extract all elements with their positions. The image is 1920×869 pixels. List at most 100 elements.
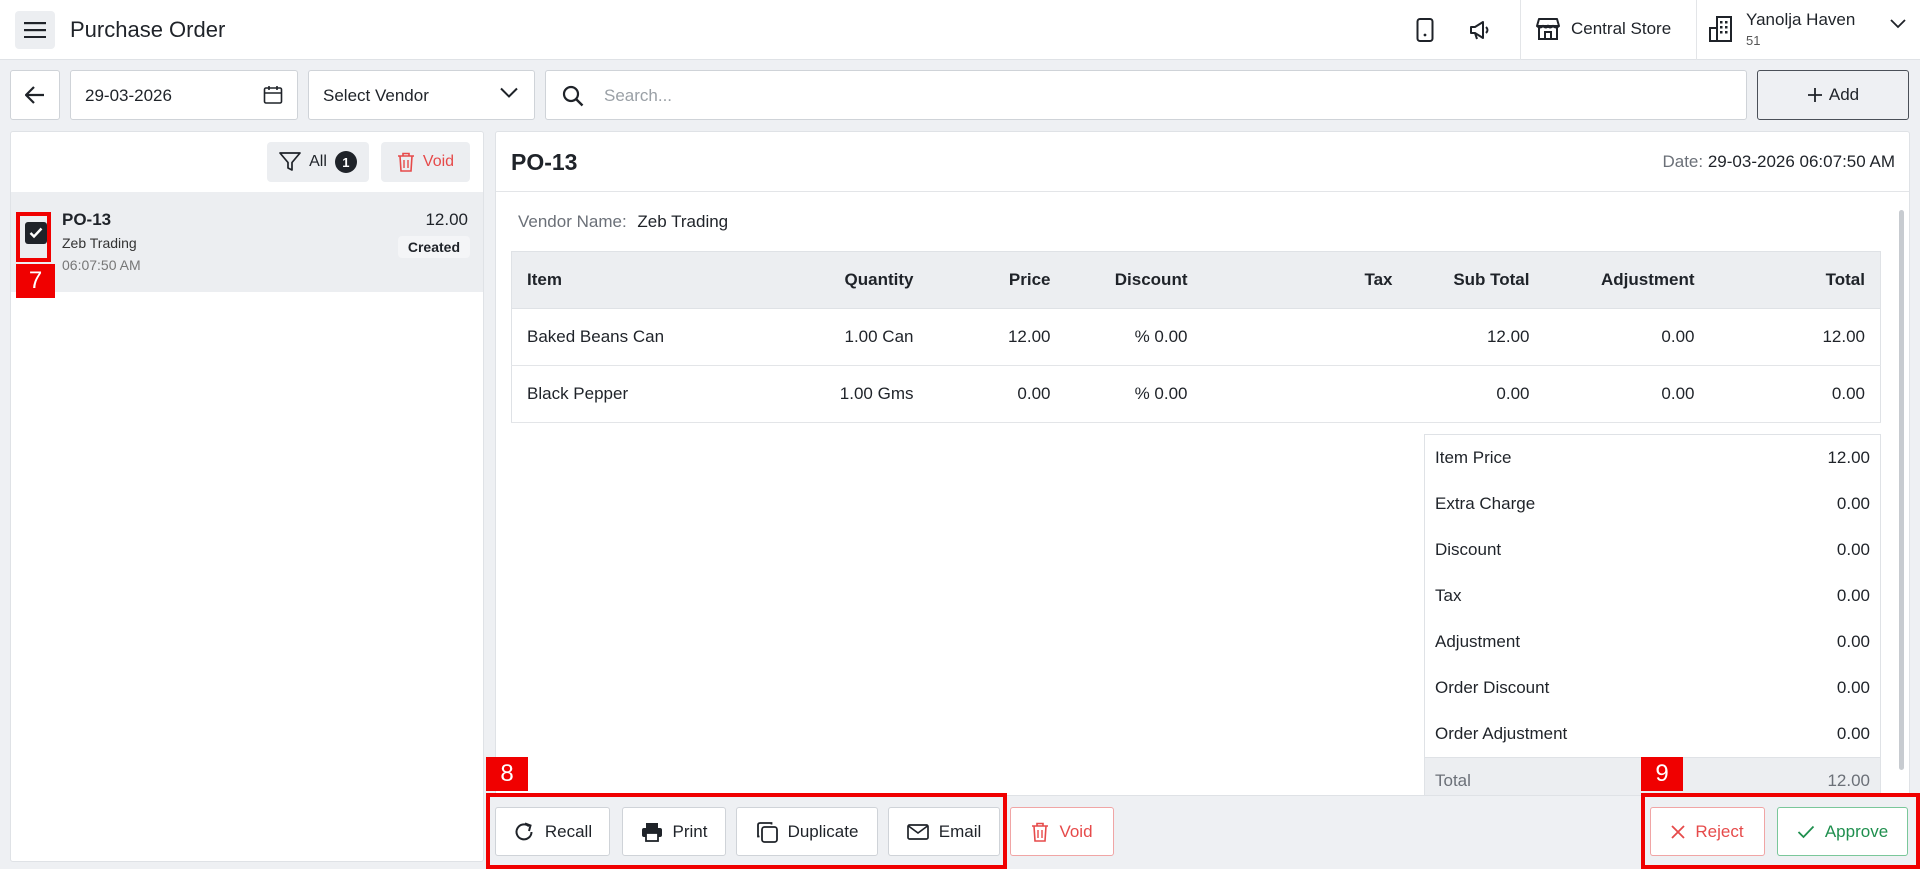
plus-icon [1807,88,1822,102]
summary-label: Order Adjustment [1435,724,1568,743]
summary-label: Adjustment [1435,632,1521,651]
column-header-adjustment: Adjustment [1544,251,1710,309]
cell-adjustment: 0.00 [1544,308,1710,366]
cell-quantity: 1.00 Gms [751,365,929,423]
summary-label: Tax [1435,586,1462,605]
store-name: Central Store [1571,19,1672,38]
order-summary: Item Price 12.00 Extra Charge 0.00 Discoun… [1424,434,1881,795]
filter-label: All [309,153,327,170]
table-row[interactable]: Baked Beans Can 1.00 Can 12.00 % 0.00 12… [511,308,1881,366]
order-amount: 12.00 [425,210,468,229]
announcements-button[interactable] [1467,17,1493,43]
summary-value: 12.00 [1827,448,1870,467]
annotation-box-7 [16,212,51,262]
summary-value: 0.00 [1836,494,1870,513]
hotel-building-icon [1709,16,1732,42]
cell-adjustment: 0.00 [1544,365,1710,423]
annotation-label-9: 9 [1641,757,1683,791]
annotation-box-9 [1641,793,1920,869]
status-badge: Created [397,236,470,258]
void-button[interactable]: Void [1010,807,1114,856]
cell-total: 12.00 [1709,308,1881,366]
add-button[interactable]: Add [1757,70,1909,120]
calendar-icon[interactable] [263,85,283,105]
summary-value: 12.00 [1827,770,1870,790]
void-label: Void [1059,821,1093,841]
summary-row-discount: Discount 0.00 [1425,527,1880,573]
mobile-phone-icon [1416,18,1434,42]
summary-row-order-discount: Order Discount 0.00 [1425,665,1880,711]
cell-subtotal: 0.00 [1407,365,1545,423]
cell-total: 0.00 [1709,365,1881,423]
chevron-down-icon [500,87,518,98]
vendor-name-value: Zeb Trading [637,212,729,231]
cell-tax [1202,365,1408,423]
page-title: Purchase Order [70,17,226,42]
summary-row-tax: Tax 0.00 [1425,573,1880,619]
property-code: 51 [1746,33,1761,48]
detail-date-value: 29-03-2026 06:07:50 AM [1707,152,1895,171]
hamburger-menu-button[interactable] [15,11,55,49]
megaphone-icon [1470,21,1489,40]
order-vendor: Zeb Trading [62,235,137,251]
property-name: Yanolja Haven [1746,10,1856,29]
app-header: Purchase Order Central Store Yanolja Hav… [0,0,1920,60]
date-picker[interactable]: 29-03-2026 [70,70,298,120]
summary-label: Total [1435,770,1471,790]
chevron-down-icon [1890,19,1906,29]
column-header-subtotal: Sub Total [1407,251,1545,309]
summary-value: 0.00 [1836,632,1870,651]
mobile-device-button[interactable] [1412,17,1438,43]
summary-label: Item Price [1435,448,1512,467]
filter-button[interactable]: All 1 [267,142,369,182]
order-id: PO-13 [62,210,112,229]
cell-subtotal: 12.00 [1407,308,1545,366]
column-header-quantity: Quantity [751,251,929,309]
summary-value: 0.00 [1836,724,1870,743]
detail-date-label: Date: [1662,152,1704,171]
annotation-box-8 [486,793,1007,869]
column-header-discount: Discount [1065,251,1203,309]
column-header-price: Price [928,251,1066,309]
search-input[interactable] [604,83,1704,109]
cell-item: Baked Beans Can [511,308,752,366]
order-detail-panel: PO-13 Date: 29-03-2026 06:07:50 AM Vendo… [495,131,1910,796]
summary-value: 0.00 [1836,540,1870,559]
detail-title: PO-13 [511,149,578,175]
summary-row-item-price: Item Price 12.00 [1425,435,1880,481]
summary-row-order-adjustment: Order Adjustment 0.00 [1425,711,1880,757]
menu-icon [24,22,46,38]
table-row[interactable]: Black Pepper 1.00 Gms 0.00 % 0.00 0.00 0… [511,365,1881,423]
void-label: Void [422,153,455,170]
table-header-row: Item Quantity Price Discount Tax Sub Tot… [511,251,1881,309]
column-header-tax: Tax [1202,251,1408,309]
header-divider [1696,0,1697,60]
summary-row-extra-charge: Extra Charge 0.00 [1425,481,1880,527]
back-button[interactable] [10,70,60,120]
store-selector[interactable]: Central Store [1535,17,1671,41]
summary-label: Order Discount [1435,678,1550,697]
order-list-panel: All 1 Void PO-13 Zeb Trading 06:07:50 AM… [10,131,484,862]
detail-date: Date: 29-03-2026 06:07:50 AM [1662,152,1895,172]
column-header-total: Total [1709,251,1881,309]
summary-value: 0.00 [1836,678,1870,697]
summary-value: 0.00 [1836,586,1870,605]
cell-discount: % 0.00 [1065,365,1203,423]
void-selected-button[interactable]: Void [381,142,470,182]
header-divider [1520,0,1521,60]
list-item[interactable]: PO-13 Zeb Trading 06:07:50 AM 12.00 Crea… [11,192,483,292]
detail-header: PO-13 Date: 29-03-2026 06:07:50 AM [496,132,1909,192]
detail-scrollbar[interactable] [1898,196,1906,792]
search-icon [562,85,584,107]
filter-count-badge: 1 [334,151,357,173]
annotation-label-8: 8 [486,757,528,791]
scrollbar-thumb[interactable] [1899,210,1904,770]
summary-row-adjustment: Adjustment 0.00 [1425,619,1880,665]
order-time: 06:07:50 AM [62,257,141,273]
vendor-name-line: Vendor Name: Zeb Trading [518,212,728,232]
vendor-select[interactable]: Select Vendor [308,70,535,120]
cell-price: 12.00 [928,308,1066,366]
filter-funnel-icon [279,152,301,171]
property-selector[interactable]: Yanolja Haven 51 [1708,10,1908,52]
storefront-icon [1536,18,1560,40]
